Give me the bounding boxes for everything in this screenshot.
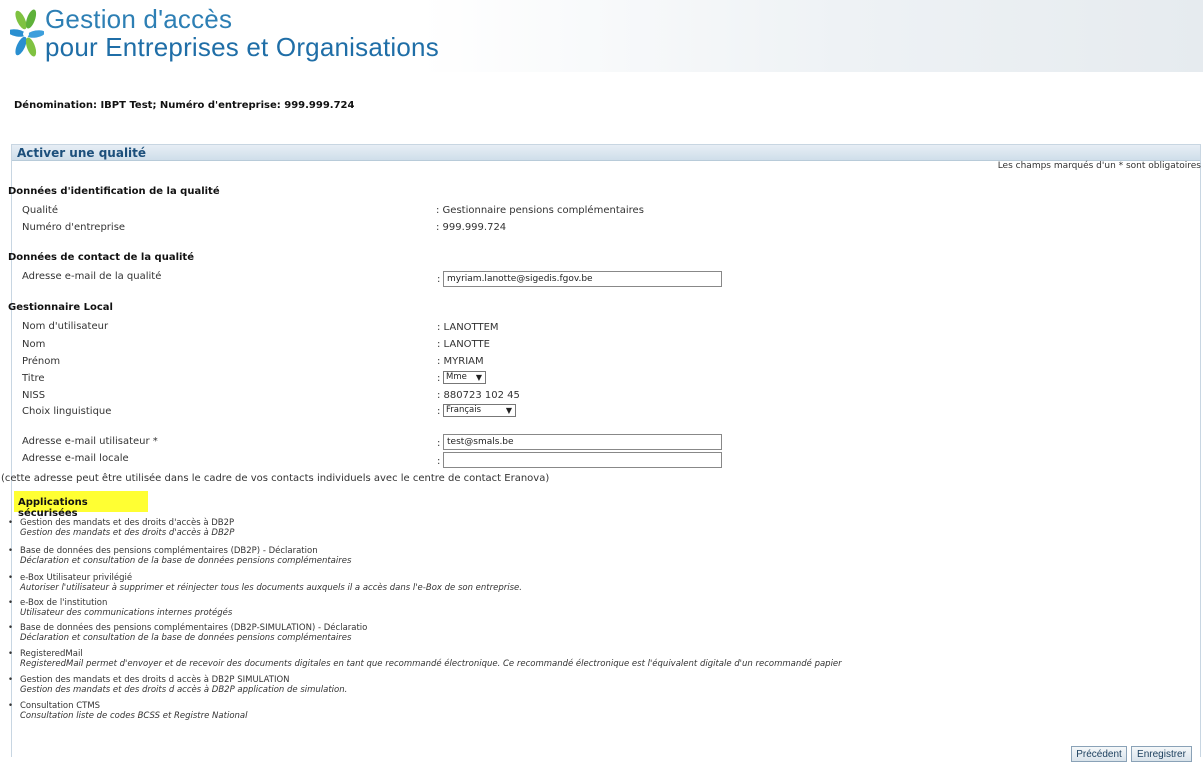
application-title: Gestion des mandats et des droits d accè… bbox=[20, 675, 290, 685]
page-header: Gestion d'accès pour Entreprises et Orga… bbox=[0, 0, 1203, 72]
numero-entreprise-value: : 999.999.724 bbox=[436, 222, 507, 233]
chevron-down-icon: ▼ bbox=[475, 373, 482, 382]
application-description: Gestion des mandats et des droits d accè… bbox=[20, 685, 348, 695]
secured-applications-heading-highlight: Applications sécurisées bbox=[14, 491, 148, 519]
bullet-icon: • bbox=[8, 518, 14, 528]
local-email-field[interactable] bbox=[443, 452, 722, 468]
contact-usage-note: (cette adresse peut être utilisée dans l… bbox=[1, 473, 550, 484]
application-title: Consultation CTMS bbox=[20, 701, 101, 711]
bullet-icon: • bbox=[8, 623, 14, 633]
qualite-label: Qualité bbox=[22, 205, 58, 216]
application-title: Base de données des pensions complémenta… bbox=[20, 546, 318, 556]
section-identification-heading: Données d'identification de la qualité bbox=[8, 186, 220, 197]
previous-button[interactable]: Précédent bbox=[1071, 746, 1127, 762]
application-description: Déclaration et consultation de la base d… bbox=[20, 633, 352, 643]
quality-email-field[interactable]: myriam.lanotte@sigedis.fgov.be bbox=[443, 271, 722, 287]
bullet-icon: • bbox=[8, 573, 14, 583]
application-title: Gestion des mandats et des droits d'accè… bbox=[20, 518, 235, 528]
prenom-value: : MYRIAM bbox=[437, 356, 484, 367]
brand-title-line1: Gestion d'accès bbox=[45, 4, 233, 34]
bullet-icon: • bbox=[8, 675, 14, 685]
application-title: RegisteredMail bbox=[20, 649, 83, 659]
bullet-icon: • bbox=[8, 598, 14, 608]
brand-title-line2: pour Entreprises et Organisations bbox=[45, 32, 439, 62]
company-denomination: Dénomination: IBPT Test; Numéro d'entrep… bbox=[14, 100, 355, 111]
application-title: e-Box Utilisateur privilégié bbox=[20, 573, 133, 583]
flower-logo-icon bbox=[10, 9, 44, 57]
quality-email-label: Adresse e-mail de la qualité bbox=[22, 271, 162, 282]
language-select[interactable]: Français ▼ bbox=[443, 404, 516, 417]
numero-entreprise-label: Numéro d'entreprise bbox=[22, 222, 126, 233]
language-colon: : bbox=[437, 406, 441, 417]
titre-select[interactable]: Mme ▼ bbox=[443, 371, 486, 384]
local-email-colon: : bbox=[437, 456, 441, 467]
application-description: Autoriser l'utilisateur à supprimer et r… bbox=[20, 583, 522, 593]
bullet-icon: • bbox=[8, 649, 14, 659]
prenom-label: Prénom bbox=[22, 356, 61, 367]
panel-title: Activer une qualité bbox=[12, 145, 1200, 161]
application-title: Base de données des pensions complémenta… bbox=[20, 623, 368, 633]
user-email-label: Adresse e-mail utilisateur * bbox=[22, 436, 158, 447]
user-email-colon: : bbox=[437, 438, 441, 449]
application-description: Consultation liste de codes BCSS et Regi… bbox=[20, 711, 248, 721]
section-local-manager-heading: Gestionnaire Local bbox=[8, 302, 113, 313]
bullet-icon: • bbox=[8, 546, 14, 556]
qualite-value: : Gestionnaire pensions complémentaires bbox=[436, 205, 644, 216]
user-email-field[interactable]: test@smals.be bbox=[443, 434, 722, 450]
titre-label: Titre bbox=[22, 373, 45, 384]
niss-label: NISS bbox=[22, 390, 46, 401]
application-title: e-Box de l'institution bbox=[20, 598, 108, 608]
save-button[interactable]: Enregistrer bbox=[1131, 746, 1192, 762]
application-description: Déclaration et consultation de la base d… bbox=[20, 556, 352, 566]
chevron-down-icon: ▼ bbox=[505, 406, 512, 415]
nom-label: Nom bbox=[22, 339, 46, 350]
titre-selected-value: Mme bbox=[446, 372, 467, 382]
language-label: Choix linguistique bbox=[22, 406, 112, 417]
application-description: Gestion des mandats et des droits d'accè… bbox=[20, 528, 235, 538]
required-fields-note: Les champs marqués d'un * sont obligatoi… bbox=[997, 161, 1201, 171]
titre-colon: : bbox=[437, 373, 441, 384]
application-description: RegisteredMail permet d'envoyer et de re… bbox=[20, 659, 842, 669]
nom-value: : LANOTTE bbox=[437, 339, 490, 350]
username-label: Nom d'utilisateur bbox=[22, 321, 109, 332]
local-email-label: Adresse e-mail locale bbox=[22, 453, 129, 464]
niss-value: : 880723 102 45 bbox=[437, 390, 520, 401]
application-description: Utilisateur des communications internes … bbox=[20, 608, 233, 618]
bullet-icon: • bbox=[8, 701, 14, 711]
quality-email-colon: : bbox=[437, 274, 441, 285]
secured-applications-heading: Applications sécurisées bbox=[18, 497, 88, 519]
language-selected-value: Français bbox=[446, 405, 482, 415]
section-contact-heading: Données de contact de la qualité bbox=[8, 252, 194, 263]
username-value: : LANOTTEM bbox=[437, 322, 499, 333]
